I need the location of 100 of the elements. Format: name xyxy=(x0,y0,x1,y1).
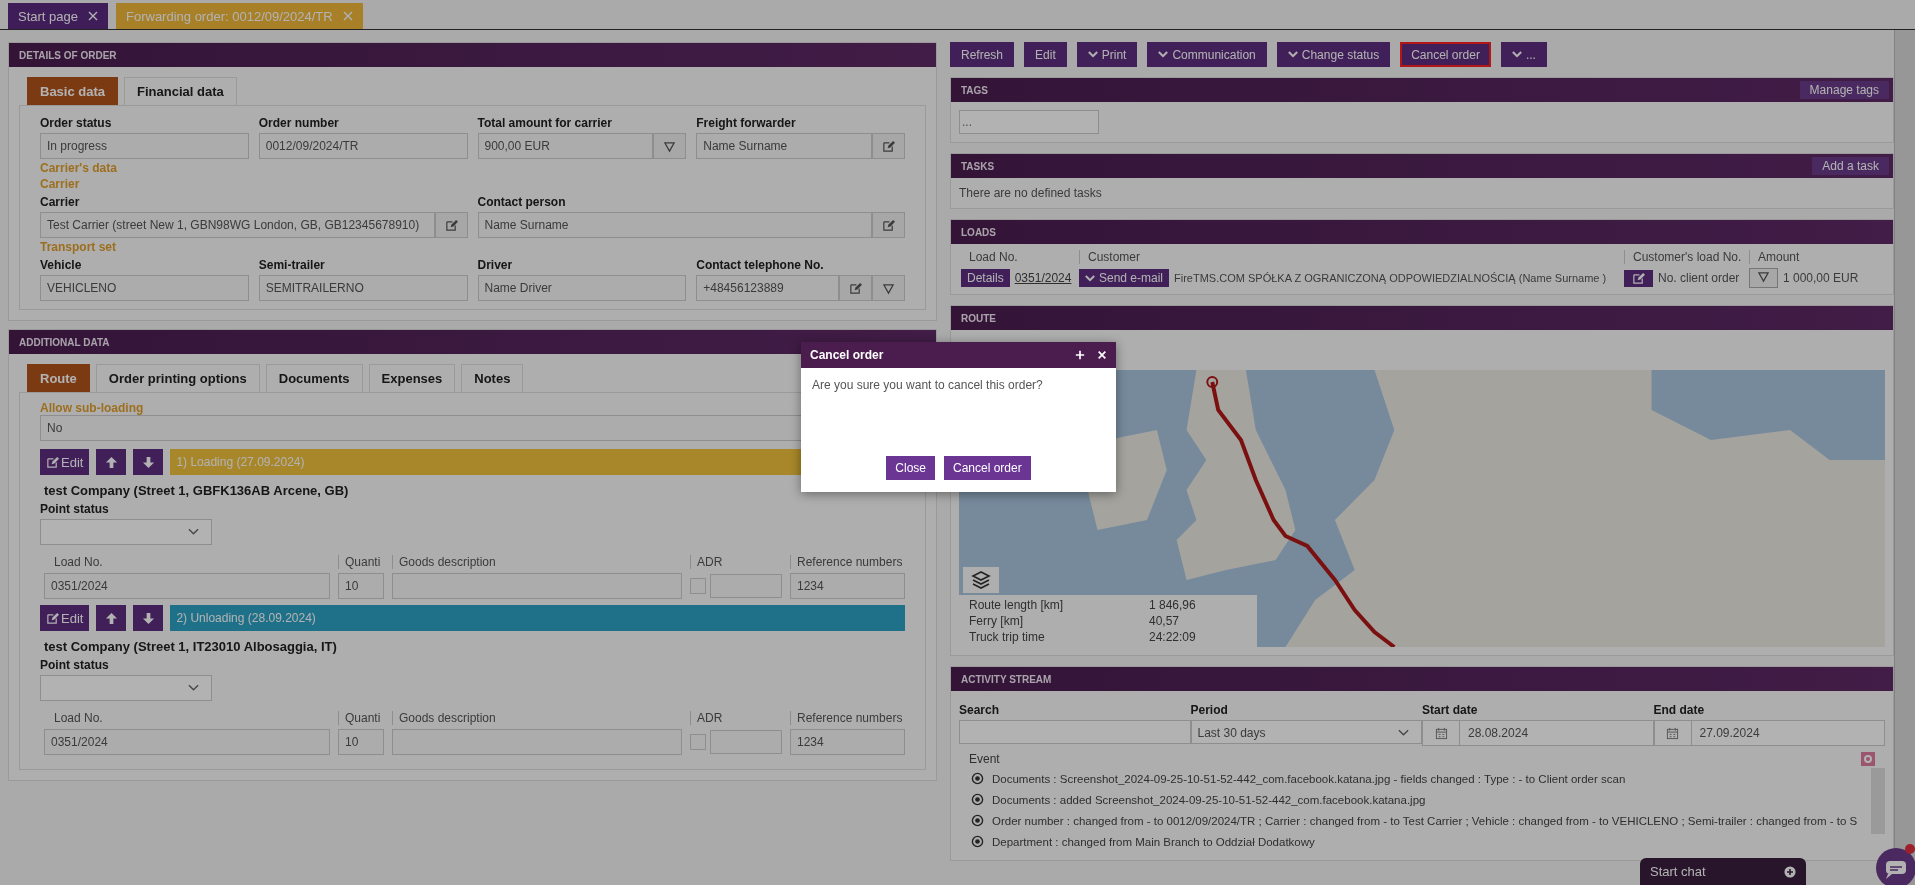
filter-button[interactable] xyxy=(653,133,687,159)
toolbar-button[interactable]: Change status xyxy=(1276,42,1391,67)
toolbar-button[interactable]: Edit xyxy=(1024,42,1067,67)
text-field[interactable] xyxy=(392,729,682,755)
date-field[interactable]: 27.09.2024 xyxy=(1653,720,1885,746)
field-label: Allow sub-loading xyxy=(40,401,145,415)
text-field[interactable]: 900,00 EUR xyxy=(477,133,654,159)
section-tab[interactable]: Documents xyxy=(265,364,363,392)
text-field[interactable]: Name Driver xyxy=(477,275,687,301)
calendar-icon xyxy=(1666,726,1679,740)
edit-button[interactable]: Edit xyxy=(40,449,90,475)
details-button[interactable]: Details xyxy=(961,269,1010,287)
send-email-button[interactable]: Send e-mail xyxy=(1079,269,1170,287)
edit-button[interactable] xyxy=(839,275,872,301)
page-tab[interactable]: Start page xyxy=(8,3,108,29)
field-label: Contact person xyxy=(477,195,567,209)
filter-button[interactable] xyxy=(1749,268,1778,288)
toolbar-button[interactable]: Communication xyxy=(1147,42,1267,67)
section-tab[interactable]: Expenses xyxy=(368,364,456,392)
field-label: Contact telephone No. xyxy=(696,258,825,272)
field-label: Freight forwarder xyxy=(696,116,797,130)
column-header: ADR xyxy=(690,711,782,725)
text-field[interactable]: SEMITRAILERNO xyxy=(258,275,468,301)
text-field[interactable]: 10 xyxy=(338,729,384,755)
manage-tags-button[interactable]: Manage tags xyxy=(1799,81,1889,99)
tags-field[interactable]: ... xyxy=(959,110,1099,134)
pencil-icon xyxy=(444,218,458,232)
dialog-button[interactable]: Cancel order xyxy=(944,456,1031,480)
text-field[interactable] xyxy=(392,573,682,599)
layers-icon xyxy=(971,570,991,590)
layers-button[interactable] xyxy=(963,567,999,593)
section-tab[interactable]: Basic data xyxy=(27,77,119,105)
text-field[interactable]: +48456123889 xyxy=(696,275,839,301)
field-label: Order status xyxy=(40,116,113,130)
search-field[interactable] xyxy=(959,720,1191,744)
text-field[interactable]: Test Carrier (street New 1, GBN98WG London, GB, GB12345678910) xyxy=(40,212,435,238)
event-text: Documents : added Screenshot_2024-09-25-10-51-52-442_com.facebook.katana.jpg xyxy=(992,793,1426,806)
text-field[interactable]: 0012/09/2024/TR xyxy=(258,133,468,159)
field-label: Vehicle xyxy=(40,258,83,272)
filter-icon xyxy=(1757,270,1770,283)
move-up-button[interactable] xyxy=(96,449,127,475)
section-tab[interactable]: Financial data xyxy=(124,77,237,105)
period-select[interactable]: Last 30 days xyxy=(1190,720,1422,744)
plus-icon[interactable] xyxy=(1075,350,1085,360)
text-field[interactable]: 1234 xyxy=(790,729,905,755)
chevron-down-icon xyxy=(1087,51,1098,58)
event-text: Department : changed from Main Branch to Oddział Dodatkowy xyxy=(992,835,1315,848)
toolbar-button[interactable]: Cancel order xyxy=(1400,42,1491,67)
edit-button[interactable] xyxy=(872,212,905,238)
column-header: Event xyxy=(969,752,1000,766)
adr-checkbox[interactable] xyxy=(690,734,706,750)
edit-button[interactable]: Edit xyxy=(40,605,90,631)
add-task-button[interactable]: Add a task xyxy=(1812,157,1889,175)
filter-button[interactable] xyxy=(872,275,905,301)
event-text: Documents : Screenshot_2024-09-25-10-51-52-442_com.facebook.katana.jpg - fields changed : Type : - to Client order scan xyxy=(992,772,1626,785)
text-field[interactable]: 0351/2024 xyxy=(44,573,330,599)
chevron-down-icon xyxy=(1287,51,1298,58)
start-chat-button[interactable]: Start chat xyxy=(1640,858,1806,885)
dialog-button[interactable]: Close xyxy=(886,456,935,480)
company-name: test Company (Street 1, GBFK136AB Arcene, GB) xyxy=(44,483,350,498)
dialog-message: Are you sure you want to cancel this order? xyxy=(811,377,1044,394)
toolbar-button[interactable]: ... xyxy=(1500,42,1547,67)
panel-header: TASKS xyxy=(961,160,995,172)
toolbar-button[interactable]: Refresh xyxy=(950,42,1015,67)
move-down-button[interactable] xyxy=(133,449,164,475)
column-header: Load No. xyxy=(968,250,1019,264)
adr-checkbox[interactable] xyxy=(690,578,706,594)
section-tab[interactable]: Order printing options xyxy=(95,364,260,392)
text-field[interactable] xyxy=(710,730,782,754)
arrow-up-icon xyxy=(104,455,118,469)
section-tab[interactable]: Route xyxy=(27,364,90,392)
field-label: Point status xyxy=(40,502,110,516)
close-icon[interactable] xyxy=(88,11,98,21)
text-field[interactable]: Name Surname xyxy=(696,133,872,159)
toolbar-button[interactable]: Print xyxy=(1076,42,1138,67)
text-field[interactable] xyxy=(710,574,782,598)
page-scrollbar[interactable] xyxy=(1894,30,1915,885)
text-field[interactable]: In progress xyxy=(40,133,249,159)
text-field[interactable]: VEHICLENO xyxy=(40,275,249,301)
edit-button[interactable] xyxy=(872,133,905,159)
edit-button[interactable] xyxy=(1624,269,1653,287)
text-field[interactable]: 1234 xyxy=(790,573,905,599)
text-field[interactable]: 0351/2024 xyxy=(44,729,330,755)
chevron-down-icon xyxy=(188,684,199,692)
pencil-icon xyxy=(882,139,895,153)
move-down-button[interactable] xyxy=(133,605,164,631)
section-tab[interactable]: Notes xyxy=(461,364,524,392)
bullet-icon xyxy=(971,793,984,806)
move-up-button[interactable] xyxy=(96,605,127,631)
bullet-icon xyxy=(971,814,984,827)
text-field[interactable]: 10 xyxy=(338,573,384,599)
load-link[interactable]: 0351/2024 xyxy=(1014,271,1072,285)
text-field[interactable]: Name Surname xyxy=(477,212,872,238)
date-field[interactable]: 28.08.2024 xyxy=(1422,720,1654,746)
edit-button[interactable] xyxy=(434,212,468,238)
close-icon[interactable] xyxy=(1097,350,1107,360)
bullet-icon xyxy=(971,835,984,848)
settings-icon[interactable] xyxy=(1861,752,1875,766)
pencil-icon xyxy=(46,611,59,625)
chat-icon[interactable] xyxy=(1876,848,1915,885)
